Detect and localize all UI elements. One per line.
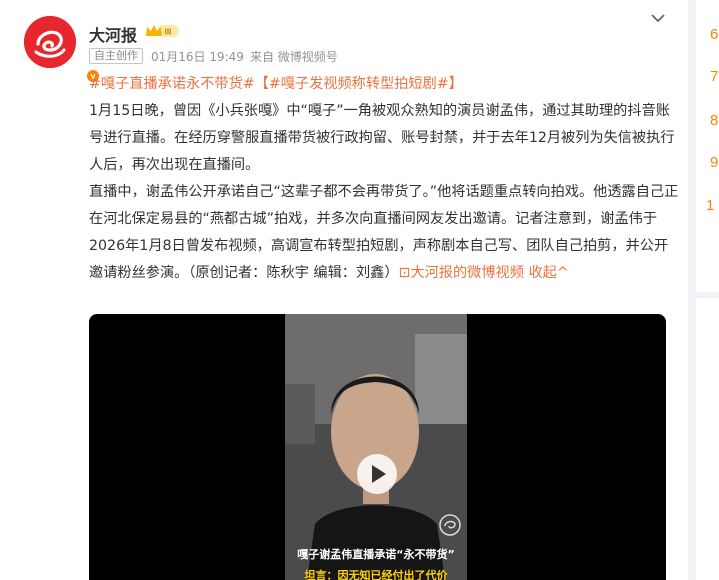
post-meta: 自主创作 01月16日 19:49 来自 微博视频号 [89, 48, 344, 64]
video-frame: 嘎子谢孟伟直播承诺“永不带货” 坦言：因无知已经付出了代价 [285, 314, 467, 580]
sidebar-rank-4[interactable]: 9 [710, 154, 718, 171]
dahebao-logo-icon [24, 16, 76, 68]
topic-link-2[interactable]: 【#嘎子发视频称转型拍短剧#】 [255, 76, 463, 92]
crown-icon[interactable]: III [144, 23, 180, 39]
original-tag: 自主创作 [89, 48, 143, 64]
topic-line: #嘎子直播承诺永不带货#【#嘎子发视频称转型拍短剧#】 [89, 71, 679, 98]
play-icon[interactable] [357, 454, 397, 494]
video-caption-2: 坦言：因无知已经付出了代价 [304, 569, 448, 580]
avatar[interactable]: v [24, 16, 101, 84]
weibo-post-card: v 大河报 III 自主创作 01月16日 19:49 来自 微博视频号 #嘎子… [0, 0, 688, 580]
username[interactable]: 大河报 [89, 22, 137, 46]
post-source[interactable]: 来自 微博视频号 [250, 48, 338, 65]
level-badge-text: III [165, 28, 172, 37]
paragraph-1: 1月15日晚，曾因《小兵张嘎》中“嘎子”一角被观众熟知的演员谢孟伟，通过其助理的… [89, 103, 675, 173]
video-thumbnail [285, 314, 467, 580]
sidebar-divider [696, 292, 719, 298]
sidebar-rank-1[interactable]: 6 [710, 26, 718, 43]
watermark-icon [439, 514, 461, 536]
post-content: #嘎子直播承诺永不带货#【#嘎子发视频称转型拍短剧#】 1月15日晚，曾因《小兵… [89, 71, 679, 287]
paragraph-2: 直播中，谢孟伟公开承诺自己“这辈子都不会再带货了。”他将话题重点转向拍戏。他透露… [89, 179, 679, 287]
sidebar-rank-2[interactable]: 7 [710, 68, 718, 85]
paragraph-2-text: 直播中，谢孟伟公开承诺自己“这辈子都不会再带货了。”他将话题重点转向拍戏。他透露… [89, 184, 679, 281]
video-caption-1: 嘎子谢孟伟直播承诺“永不带货” [297, 548, 455, 561]
video-source-link[interactable]: ⊡大河报的微博视频 [399, 265, 524, 281]
sidebar-rank-3[interactable]: 8 [710, 112, 718, 129]
chevron-down-icon[interactable] [650, 12, 666, 24]
topic-link-1[interactable]: #嘎子直播承诺永不带货# [89, 76, 255, 92]
right-sidebar: 6 7 8 9 1 [696, 0, 719, 580]
sidebar-rank-5[interactable]: 1 [706, 197, 714, 214]
video-player[interactable]: 嘎子谢孟伟直播承诺“永不带货” 坦言：因无知已经付出了代价 [89, 314, 666, 580]
collapse-link[interactable]: 收起^ [528, 265, 568, 281]
post-date[interactable]: 01月16日 19:49 [151, 48, 244, 65]
